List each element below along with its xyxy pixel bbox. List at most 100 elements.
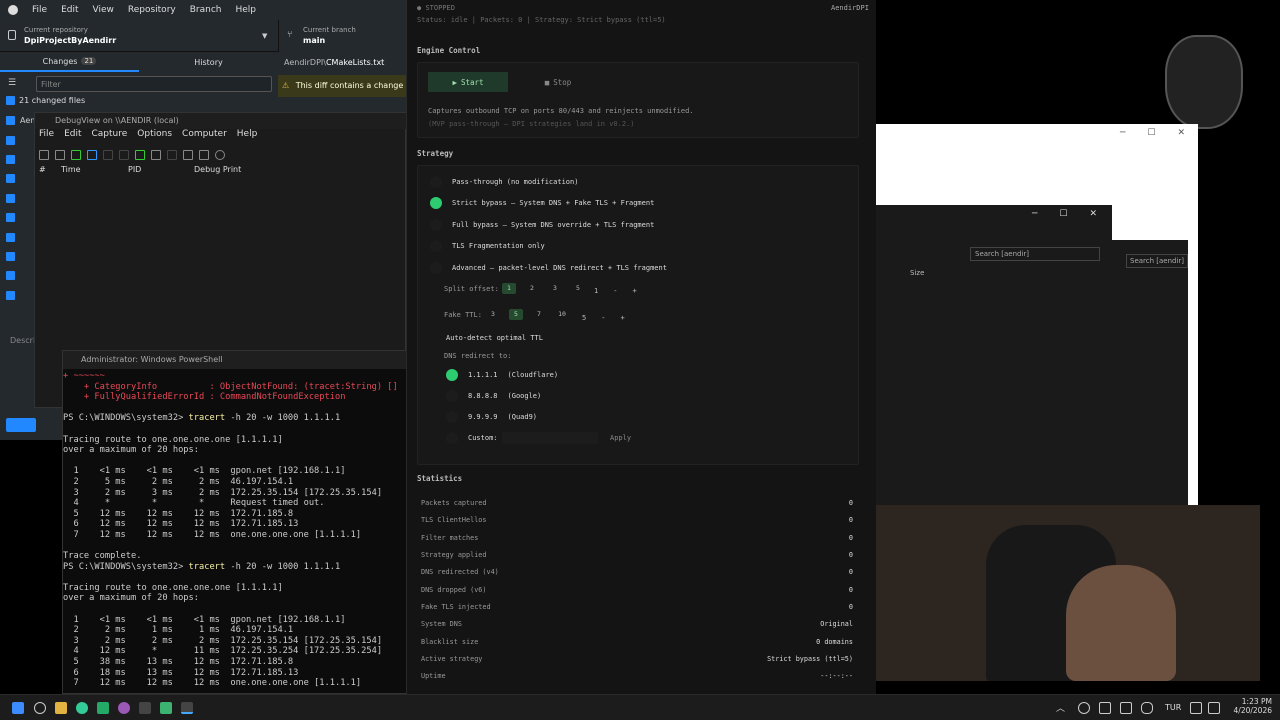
- close-icon[interactable]: ✕: [1090, 209, 1098, 219]
- autodetect-ttl-checkbox[interactable]: Auto-detect optimal TTL: [446, 334, 543, 342]
- capture-icon[interactable]: [87, 150, 97, 160]
- menu-view[interactable]: View: [93, 5, 114, 15]
- language-indicator[interactable]: TUR: [1165, 703, 1181, 712]
- ttl-increment[interactable]: +: [620, 314, 624, 322]
- strategy-option-full[interactable]: Full bypass — System DNS override + TLS …: [430, 219, 654, 231]
- current-repository-button[interactable]: Current repository DpiProjectByAendirr ▼: [0, 20, 278, 52]
- dv-menu-help[interactable]: Help: [237, 129, 258, 145]
- dv-menu-file[interactable]: File: [39, 129, 54, 145]
- radio-button[interactable]: [430, 262, 442, 274]
- split-chip[interactable]: 2: [525, 283, 539, 294]
- ttl-stepper[interactable]: 5 - +: [582, 314, 625, 322]
- split-chip[interactable]: 1: [502, 283, 516, 294]
- obs-icon[interactable]: [118, 702, 130, 714]
- chrome-icon[interactable]: [76, 702, 88, 714]
- file-checkbox[interactable]: [6, 233, 15, 242]
- file-checkbox[interactable]: [6, 213, 15, 222]
- clock[interactable]: 1:23 PM 4/20/2026: [1226, 697, 1272, 715]
- radio-button[interactable]: [446, 411, 458, 423]
- description-field[interactable]: Descri: [10, 336, 35, 345]
- search-icon[interactable]: [34, 702, 46, 714]
- stop-button[interactable]: ■ Stop: [518, 72, 598, 92]
- radio-button[interactable]: [430, 219, 442, 231]
- explorer-search-input[interactable]: Search [aendir]: [970, 247, 1100, 261]
- file-checkbox[interactable]: [6, 291, 15, 300]
- maximize-icon[interactable]: ☐: [1147, 128, 1155, 138]
- file-checkbox[interactable]: [6, 136, 15, 145]
- tab-history[interactable]: History: [139, 52, 278, 72]
- dns-option-custom[interactable]: Custom:: [446, 432, 498, 444]
- strategy-option-strict[interactable]: Strict bypass — System DNS + Fake TLS + …: [430, 197, 654, 209]
- split-decrement[interactable]: -: [613, 287, 617, 295]
- explorer-search-input-2[interactable]: Search [aendir]: [1126, 254, 1188, 268]
- vscode-icon[interactable]: [97, 702, 109, 714]
- file-checkbox[interactable]: [6, 174, 15, 183]
- commit-button[interactable]: [6, 418, 36, 432]
- current-branch-button[interactable]: ⑂ Current branch main: [278, 20, 410, 52]
- split-increment[interactable]: +: [632, 287, 636, 295]
- size-column-header[interactable]: Size: [910, 269, 924, 277]
- ttl-chip[interactable]: 10: [555, 309, 569, 320]
- volume-icon[interactable]: [1208, 702, 1220, 714]
- find-icon[interactable]: [215, 150, 225, 160]
- radio-button[interactable]: [430, 176, 442, 188]
- start-icon[interactable]: [12, 702, 24, 714]
- start-button[interactable]: ▶ Start: [428, 72, 508, 92]
- dns-option-quad9[interactable]: 9.9.9.9 (Quad9): [446, 411, 537, 423]
- select-all-checkbox[interactable]: [6, 96, 15, 105]
- microphone-icon[interactable]: [1141, 702, 1153, 714]
- dv-menu-edit[interactable]: Edit: [64, 129, 81, 145]
- file-explorer-icon[interactable]: [55, 702, 67, 714]
- ttl-chip[interactable]: 7: [532, 309, 546, 320]
- app-icon[interactable]: [160, 702, 172, 714]
- col-time[interactable]: Time: [61, 165, 81, 174]
- split-chip[interactable]: 5: [571, 283, 585, 294]
- radio-button[interactable]: [430, 240, 442, 252]
- tray-icon[interactable]: [1099, 702, 1111, 714]
- filter-input[interactable]: Filter: [36, 76, 272, 92]
- history-icon[interactable]: [199, 150, 209, 160]
- ttl-chip[interactable]: 5: [509, 309, 523, 320]
- time-icon[interactable]: [167, 150, 177, 160]
- menu-repository[interactable]: Repository: [128, 5, 176, 15]
- menu-help[interactable]: Help: [235, 5, 256, 15]
- file-checkbox[interactable]: [6, 116, 15, 125]
- apply-button[interactable]: Apply: [610, 434, 631, 442]
- file-checkbox[interactable]: [6, 194, 15, 203]
- split-chip[interactable]: 3: [548, 283, 562, 294]
- strategy-option-passthrough[interactable]: Pass-through (no modification): [430, 176, 578, 188]
- chevron-up-icon[interactable]: ︿: [1056, 701, 1065, 714]
- dv-menu-options[interactable]: Options: [137, 129, 172, 145]
- save-icon[interactable]: [55, 150, 65, 160]
- log-icon[interactable]: [71, 150, 81, 160]
- menu-file[interactable]: File: [32, 5, 47, 15]
- terminal-icon[interactable]: [181, 702, 193, 714]
- connect-icon[interactable]: [135, 150, 145, 160]
- display-icon[interactable]: [1120, 702, 1132, 714]
- tab-changes[interactable]: Changes 21: [0, 52, 139, 72]
- ttl-decrement[interactable]: -: [601, 314, 605, 322]
- changed-files-row[interactable]: 21 changed files: [6, 96, 85, 105]
- dns-option-cloudflare[interactable]: 1.1.1.1 (Cloudflare): [446, 369, 558, 381]
- filter-options-button[interactable]: ☰: [8, 78, 16, 88]
- dns-option-google[interactable]: 8.8.8.8 (Google): [446, 390, 541, 402]
- menu-edit[interactable]: Edit: [61, 5, 78, 15]
- col-number[interactable]: #: [39, 165, 46, 174]
- radio-button[interactable]: [446, 390, 458, 402]
- filter-icon[interactable]: [183, 150, 193, 160]
- radio-button[interactable]: [446, 432, 458, 444]
- file-checkbox[interactable]: [6, 252, 15, 261]
- minimize-icon[interactable]: ─: [1032, 209, 1037, 219]
- file-checkbox[interactable]: [6, 155, 15, 164]
- split-stepper[interactable]: 1 - +: [594, 287, 637, 295]
- forward-icon[interactable]: [119, 150, 129, 160]
- clear-icon[interactable]: [151, 150, 161, 160]
- file-checkbox[interactable]: [6, 271, 15, 280]
- minimize-icon[interactable]: ─: [1120, 128, 1125, 138]
- radio-button[interactable]: [430, 197, 442, 209]
- powershell-output[interactable]: + ~~~~~~ + CategoryInfo : ObjectNotFound…: [63, 371, 411, 689]
- col-pid[interactable]: PID: [128, 165, 141, 174]
- dv-menu-computer[interactable]: Computer: [182, 129, 227, 145]
- strategy-option-tlsfrag[interactable]: TLS Fragmentation only: [430, 240, 545, 252]
- menu-branch[interactable]: Branch: [190, 5, 222, 15]
